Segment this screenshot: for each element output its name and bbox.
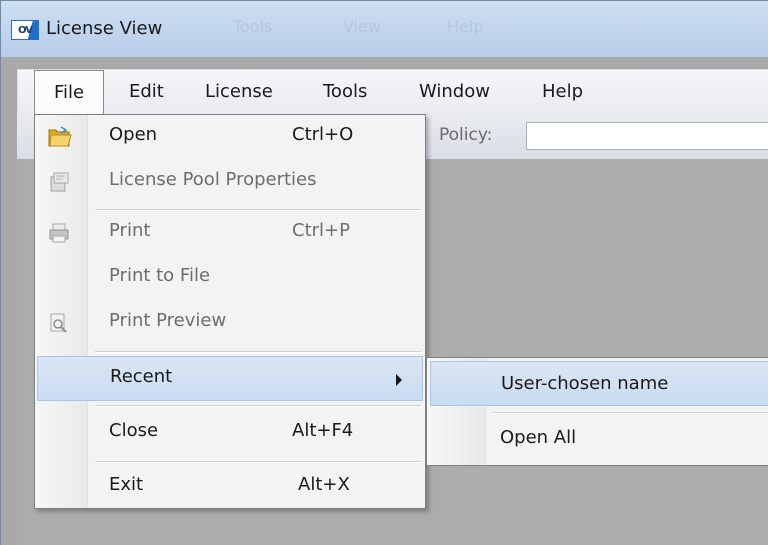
- menu-item-label: User-chosen name: [501, 373, 669, 394]
- menu-separator: [493, 412, 768, 414]
- menu-separator: [95, 405, 421, 407]
- menu-item-label: Open All: [500, 427, 577, 448]
- shortcut-text: Ctrl+O: [292, 124, 354, 145]
- policy-label: Policy:: [439, 125, 493, 145]
- menu-item-print-to-file[interactable]: Print to File: [35, 256, 425, 301]
- menu-item-exit[interactable]: Exit Alt+X: [35, 465, 425, 510]
- recent-item-user-chosen-name[interactable]: User-chosen name: [430, 361, 768, 406]
- menu-edit[interactable]: Edit: [129, 70, 164, 114]
- recent-submenu: User-chosen name Open All: [426, 357, 768, 466]
- menu-item-recent[interactable]: Recent: [37, 356, 423, 401]
- menu-item-label: Exit: [109, 474, 144, 495]
- file-menu-dropdown: Open Ctrl+O License Pool Properties Prin…: [34, 114, 426, 509]
- title-ghost-text: View: [343, 17, 381, 36]
- menu-item-label: Open: [109, 124, 158, 145]
- print-preview-icon: [48, 312, 70, 334]
- menu-item-label: Print Preview: [109, 310, 227, 331]
- shortcut-text: Alt+X: [298, 474, 350, 495]
- menu-item-print[interactable]: Print Ctrl+P: [35, 211, 425, 256]
- title-bar[interactable]: OV License View Tools View Help: [1, 1, 768, 57]
- menu-separator: [95, 351, 421, 353]
- shortcut-text: Ctrl+P: [292, 220, 350, 241]
- menu-item-label: Recent: [110, 366, 173, 387]
- menu-item-open[interactable]: Open Ctrl+O: [35, 115, 425, 160]
- menu-item-license-pool-properties[interactable]: License Pool Properties: [35, 160, 425, 205]
- menu-window[interactable]: Window: [419, 70, 490, 114]
- policy-input[interactable]: [526, 122, 768, 150]
- menu-item-label: Print: [109, 220, 151, 241]
- menu-bar: File Edit License Tools Window Help: [17, 69, 768, 116]
- window-title: License View: [46, 18, 163, 39]
- properties-icon: [48, 171, 70, 193]
- menu-item-close[interactable]: Close Alt+F4: [35, 411, 425, 456]
- recent-item-open-all[interactable]: Open All: [427, 416, 768, 461]
- open-folder-icon: [48, 126, 72, 148]
- menu-license[interactable]: License: [205, 70, 273, 114]
- title-ghost-text: Tools: [233, 17, 273, 36]
- submenu-arrow-icon: [396, 374, 402, 386]
- menu-item-label: License Pool Properties: [109, 169, 317, 190]
- menu-item-label: Close: [109, 420, 159, 441]
- shortcut-text: Alt+F4: [292, 420, 354, 441]
- menu-file[interactable]: File: [34, 70, 104, 116]
- menu-item-print-preview[interactable]: Print Preview: [35, 301, 425, 346]
- menu-help[interactable]: Help: [542, 70, 583, 114]
- menu-tools[interactable]: Tools: [323, 70, 367, 114]
- app-logo-icon: OV: [11, 20, 39, 40]
- printer-icon: [48, 222, 70, 244]
- menu-separator: [95, 461, 421, 463]
- title-ghost-text: Help: [447, 17, 484, 36]
- menu-item-label: Print to File: [109, 265, 211, 286]
- app-window: OV License View Tools View Help File Edi…: [0, 0, 768, 545]
